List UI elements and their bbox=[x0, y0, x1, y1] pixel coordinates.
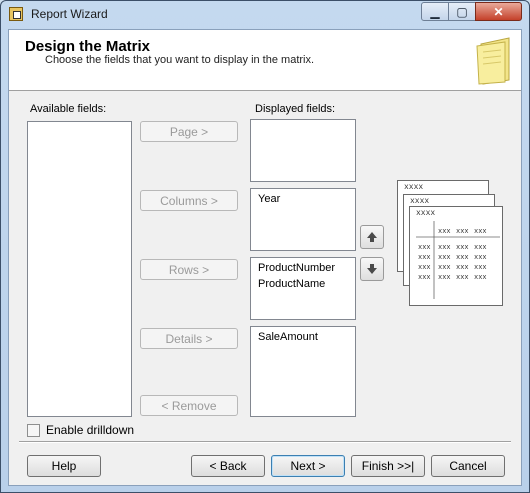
preview-header-text: xxxx bbox=[410, 197, 430, 206]
sticky-note-icon bbox=[476, 37, 510, 85]
move-down-button[interactable] bbox=[360, 257, 384, 281]
report-wizard-app-icon bbox=[9, 7, 23, 21]
preview-cell: xxx bbox=[438, 264, 451, 272]
preview-column-header: xxx bbox=[456, 228, 469, 236]
columns-fields-list[interactable]: Year bbox=[250, 188, 356, 251]
preview-cell: xxx bbox=[474, 244, 487, 252]
details-button[interactable]: Details > bbox=[140, 328, 238, 349]
list-item[interactable]: SaleAmount bbox=[258, 329, 348, 345]
enable-drilldown-checkbox[interactable] bbox=[27, 424, 40, 437]
preview-cell: xxx bbox=[438, 244, 451, 252]
report-wizard-window: Report Wizard ▁ ▢ ✕ Design the Matrix Ch… bbox=[0, 0, 530, 493]
page-button[interactable]: Page > bbox=[140, 121, 238, 142]
preview-cell: xxx bbox=[474, 274, 487, 282]
preview-cell: xxx bbox=[474, 254, 487, 262]
move-up-button[interactable] bbox=[360, 225, 384, 249]
rows-button[interactable]: Rows > bbox=[140, 259, 238, 280]
preview-cell: xxx bbox=[456, 264, 469, 272]
available-fields-list[interactable] bbox=[27, 121, 132, 417]
preview-cell: xxx bbox=[418, 274, 431, 282]
window-title: Report Wizard bbox=[31, 7, 108, 21]
title-bar[interactable]: Report Wizard ▁ ▢ ✕ bbox=[1, 1, 529, 29]
maximize-button[interactable]: ▢ bbox=[448, 2, 476, 21]
preview-cell: xxx bbox=[418, 244, 431, 252]
list-item[interactable]: Year bbox=[258, 191, 348, 207]
preview-cell: xxx bbox=[456, 274, 469, 282]
enable-drilldown-label: Enable drilldown bbox=[46, 423, 135, 437]
preview-column-header: xxx bbox=[474, 228, 487, 236]
columns-button[interactable]: Columns > bbox=[140, 190, 238, 211]
list-item[interactable]: ProductName bbox=[258, 276, 348, 292]
preview-header-text: xxxx bbox=[404, 183, 424, 192]
footer-separator bbox=[19, 441, 511, 443]
page-fields-list[interactable] bbox=[250, 119, 356, 182]
close-button[interactable]: ✕ bbox=[475, 2, 522, 21]
page-subtitle: Choose the fields that you want to displ… bbox=[45, 54, 315, 66]
wizard-content: Design the Matrix Choose the fields that… bbox=[8, 29, 522, 486]
up-arrow-icon bbox=[367, 232, 377, 242]
wizard-header: Design the Matrix Choose the fields that… bbox=[9, 30, 521, 91]
rows-fields-list[interactable]: ProductNumber ProductName bbox=[250, 257, 356, 320]
details-fields-list[interactable]: SaleAmount bbox=[250, 326, 356, 417]
preview-cell: xxx bbox=[418, 264, 431, 272]
finish-button[interactable]: Finish >>| bbox=[351, 455, 425, 477]
preview-cell: xxx bbox=[418, 254, 431, 262]
preview-cell: xxx bbox=[438, 254, 451, 262]
down-arrow-icon bbox=[367, 264, 377, 274]
available-fields-label: Available fields: bbox=[30, 103, 107, 115]
preview-matrix-grid: xxx xxx xxxxxx xxx xxx xxxxxx xxx xxx xxxxxx xxx x… bbox=[416, 221, 500, 299]
displayed-fields-label: Displayed fields: bbox=[255, 103, 336, 115]
preview-column-header: xxx bbox=[438, 228, 451, 236]
minimize-button[interactable]: ▁ bbox=[421, 2, 449, 21]
matrix-preview: xxxx xxxx xxxx xxx xxx xxx xxx xxx xxx xxx xxx x… bbox=[393, 180, 503, 310]
preview-cell: xxx bbox=[456, 244, 469, 252]
cancel-button[interactable]: Cancel bbox=[431, 455, 505, 477]
back-button[interactable]: < Back bbox=[191, 455, 265, 477]
preview-cell: xxx bbox=[456, 254, 469, 262]
page-title: Design the Matrix bbox=[25, 38, 151, 55]
preview-cell: xxx bbox=[474, 264, 487, 272]
help-button[interactable]: Help bbox=[27, 455, 101, 477]
preview-page-front: xxxx xxx xxx xxx xxx xxx xxx xxx xxx xxx xxx xxx xx… bbox=[409, 206, 503, 306]
next-button[interactable]: Next > bbox=[271, 455, 345, 477]
remove-button[interactable]: < Remove bbox=[140, 395, 238, 416]
preview-cell: xxx bbox=[438, 274, 451, 282]
list-item[interactable]: ProductNumber bbox=[258, 260, 348, 276]
